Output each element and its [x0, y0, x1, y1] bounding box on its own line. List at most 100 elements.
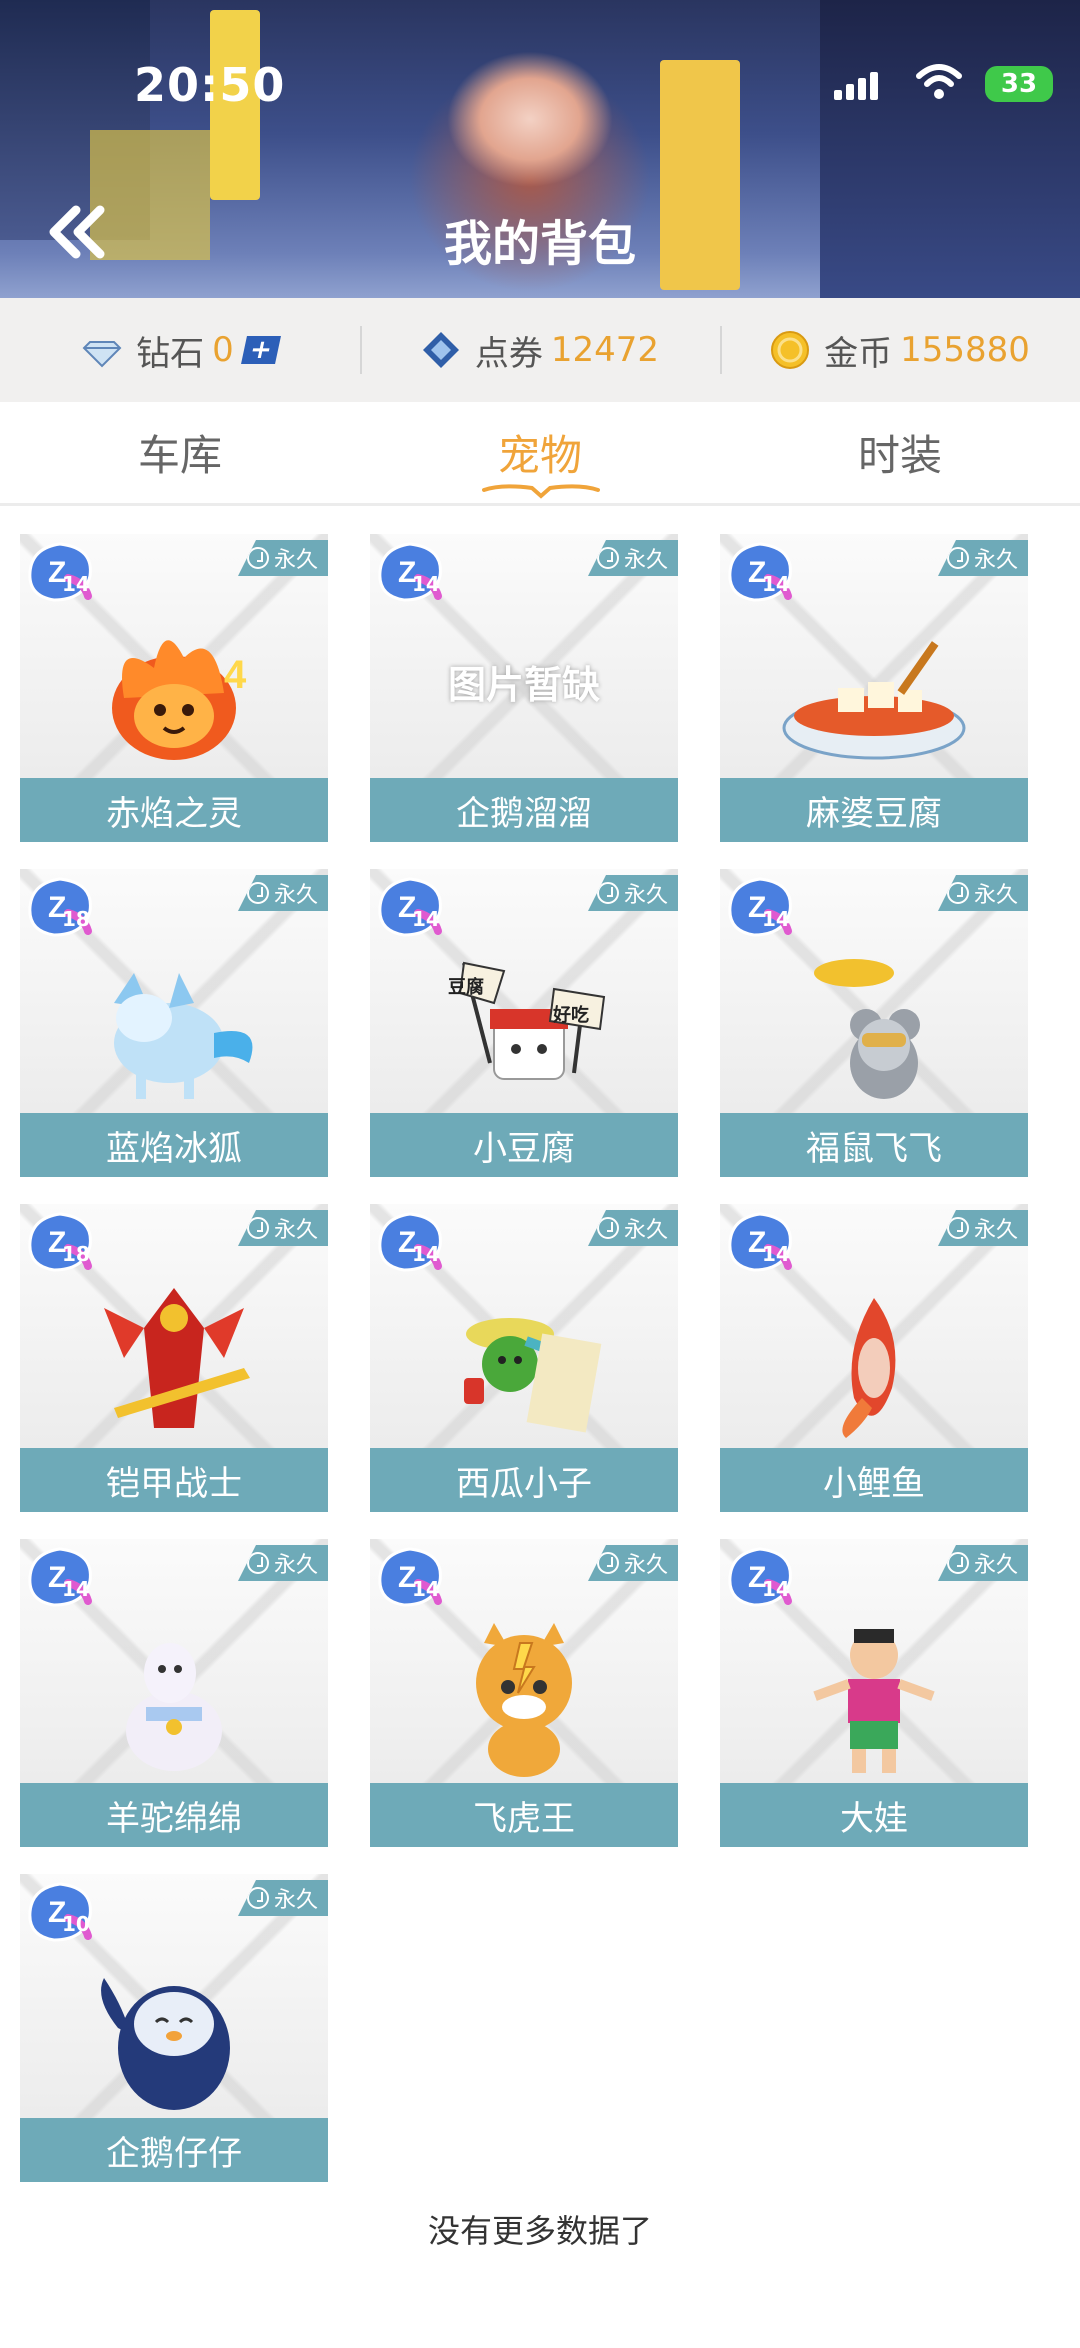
pet-card[interactable]: Z 14 永久 羊驼绵绵	[20, 1539, 328, 1847]
status-time: 20:50	[134, 58, 286, 112]
pet-level: 14	[762, 907, 790, 931]
pet-koi-fish-image	[842, 1298, 896, 1438]
permanent-label: 永久	[973, 1218, 1018, 1243]
pet-tofu-bowl-image	[782, 641, 966, 760]
pet-calabash-kid-image	[813, 1629, 935, 1773]
wifi-icon	[916, 64, 962, 99]
pet-name: 飞虎王	[370, 1783, 678, 1847]
pet-card[interactable]: Z 14 永久 飞虎王	[370, 1539, 678, 1847]
pet-name: 福鼠飞飞	[720, 1113, 1028, 1177]
tab-garage[interactable]: 车库	[0, 402, 360, 502]
clock-icon	[246, 547, 269, 569]
tab-label: 车库	[137, 430, 222, 480]
diamond-icon	[82, 341, 122, 368]
pet-card[interactable]: Z 14 永久 图片暂缺 企鹅溜溜	[370, 534, 678, 842]
gold-coin-icon	[771, 331, 810, 369]
pet-level: 14	[412, 1242, 440, 1266]
pet-card[interactable]: Z 14 永久 西瓜小子	[370, 1204, 678, 1512]
pet-level: 14	[762, 572, 790, 596]
pet-name: 企鹅溜溜	[370, 778, 678, 842]
pet-level: 14	[412, 572, 440, 596]
pet-little-tofu-image	[458, 961, 606, 1080]
pet-name: 麻婆豆腐	[720, 778, 1028, 842]
pet-alpaca-image	[126, 1643, 222, 1771]
flag-text: 好吃	[553, 1005, 589, 1026]
permanent-tag: 永久	[938, 1210, 1028, 1246]
clock-icon	[596, 547, 619, 569]
pet-tiger-king-image	[476, 1623, 572, 1777]
tab-label: 宠物	[497, 430, 582, 480]
pet-level: 18	[62, 1242, 90, 1266]
clock-icon	[946, 882, 969, 904]
currency-label: 金币	[824, 333, 893, 374]
permanent-label: 永久	[273, 1888, 318, 1913]
pet-name: 小鲤鱼	[720, 1448, 1028, 1512]
permanent-label: 永久	[623, 1553, 668, 1578]
currency-gold: 金币 155880	[720, 298, 1080, 402]
no-more-data-text: 没有更多数据了	[427, 2212, 652, 2250]
pet-card[interactable]: Z 18 永久 蓝焰冰狐	[20, 869, 328, 1177]
add-diamond-plus-icon[interactable]: +	[240, 335, 281, 365]
pet-name: 企鹅仔仔	[20, 2118, 328, 2182]
clock-icon	[246, 1552, 269, 1574]
flag-text: 豆腐	[448, 977, 484, 998]
pet-card[interactable]: Z 14 永久 小鲤鱼	[720, 1204, 1028, 1512]
pet-level: 18	[62, 907, 90, 931]
active-tab-indicator	[482, 484, 600, 499]
permanent-label: 永久	[623, 548, 668, 573]
clock-icon	[596, 1217, 619, 1239]
pet-card[interactable]: Z 10 永久 企鹅仔仔	[20, 1874, 328, 2182]
permanent-label: 永久	[623, 883, 668, 908]
pet-level: 10	[62, 1912, 90, 1936]
pet-card[interactable]: Z 18 永久 铠甲战士	[20, 1204, 328, 1512]
voucher-icon	[422, 332, 459, 368]
currency-label: 点券	[474, 333, 543, 374]
pet-level: 14	[62, 572, 90, 596]
permanent-label: 永久	[973, 1553, 1018, 1578]
pet-name: 铠甲战士	[20, 1448, 328, 1512]
clock-icon	[246, 1887, 269, 1909]
svg-text:4: 4	[224, 653, 247, 697]
pet-armor-warrior-image	[104, 1288, 250, 1428]
permanent-label: 永久	[973, 883, 1018, 908]
pet-ice-fox-image	[114, 973, 253, 1099]
currency-value: 0	[212, 330, 234, 370]
currency-value: 12472	[550, 330, 660, 370]
tab-label: 时装	[857, 430, 942, 480]
pet-blue-penguin-image	[101, 1978, 230, 2110]
pet-card[interactable]: Z 14 永久 豆腐 好吃 小豆腐	[370, 869, 678, 1177]
clock-icon	[946, 1552, 969, 1574]
currency-voucher: 点券 12472	[360, 298, 720, 402]
currency-diamond: 钻石 0 +	[0, 298, 360, 402]
permanent-tag: 永久	[238, 1880, 328, 1916]
pet-name: 赤焰之灵	[20, 778, 328, 842]
permanent-tag: 永久	[588, 875, 678, 911]
pet-level: 14	[62, 1577, 90, 1601]
pet-card[interactable]: Z 14 永久 福鼠飞飞	[720, 869, 1028, 1177]
pet-fire-spirit-image: 4	[112, 640, 247, 760]
pet-name: 大娃	[720, 1783, 1028, 1847]
clock-icon	[946, 547, 969, 569]
permanent-label: 永久	[623, 1218, 668, 1243]
permanent-tag: 永久	[238, 1545, 328, 1581]
clock-icon	[246, 882, 269, 904]
permanent-tag: 永久	[938, 875, 1028, 911]
permanent-tag: 永久	[238, 875, 328, 911]
permanent-tag: 永久	[238, 540, 328, 576]
pet-level: 14	[412, 1577, 440, 1601]
pet-name: 西瓜小子	[370, 1448, 678, 1512]
pet-card[interactable]: Z 14 永久 麻婆豆腐	[720, 534, 1028, 842]
status-icons: 33	[820, 60, 1080, 110]
pet-name: 羊驼绵绵	[20, 1783, 328, 1847]
pet-card[interactable]: Z 14 永久 大娃	[720, 1539, 1028, 1847]
permanent-tag: 永久	[588, 1210, 678, 1246]
pet-level: 14	[762, 1242, 790, 1266]
clock-icon	[596, 1552, 619, 1574]
pet-card[interactable]: Z 14 永久 4 赤焰之灵	[20, 534, 328, 842]
tab-fashion[interactable]: 时装	[720, 402, 1080, 502]
tab-pets[interactable]: 宠物	[360, 402, 720, 502]
currency-bar: 钻石 0 + 点券 12472 金币 155880	[0, 298, 1080, 402]
permanent-tag: 永久	[938, 1545, 1028, 1581]
pet-name: 蓝焰冰狐	[20, 1113, 328, 1177]
battery-icon: 33	[985, 66, 1053, 102]
